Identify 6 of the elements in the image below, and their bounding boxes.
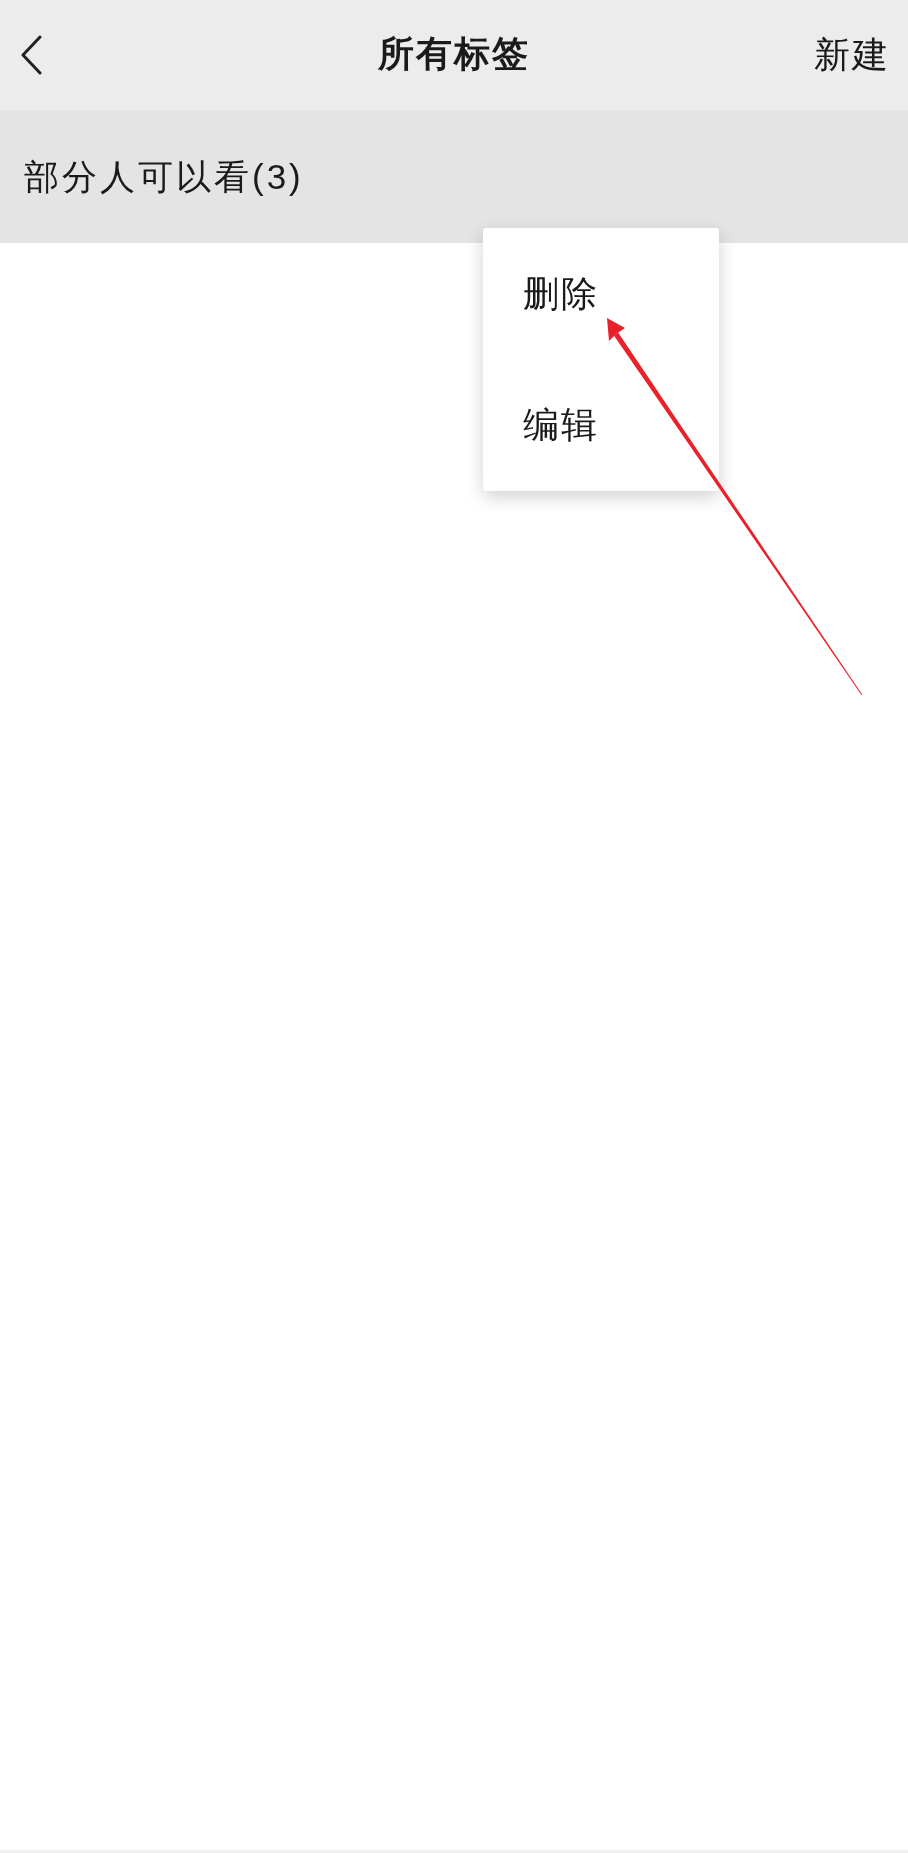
tag-row[interactable]: 部分人可以看(3) [0, 110, 908, 243]
page-title: 所有标签 [378, 32, 530, 76]
back-icon[interactable] [20, 35, 42, 75]
new-button[interactable]: 新建 [814, 31, 890, 79]
tag-label: 部分人可以看(3) [24, 155, 304, 198]
menu-item[interactable]: 编辑 [483, 359, 719, 491]
